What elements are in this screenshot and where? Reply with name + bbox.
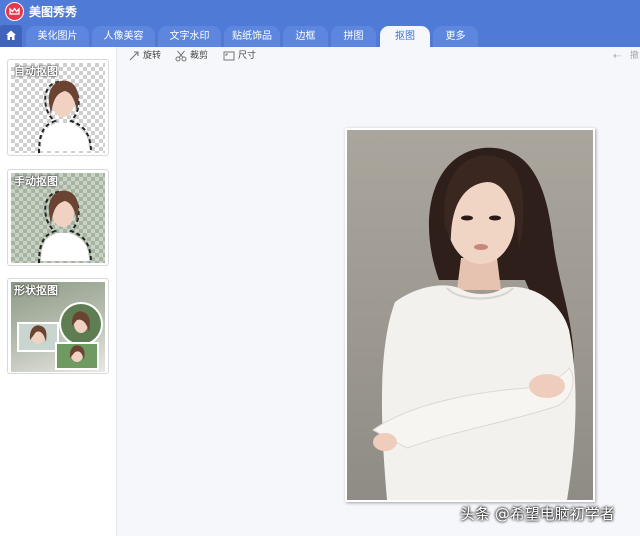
- shape-cutout-label: 形状抠图: [14, 284, 58, 297]
- crop-button[interactable]: 裁剪: [175, 50, 215, 63]
- tab-collage[interactable]: 拼图: [331, 26, 376, 47]
- auto-cutout-card[interactable]: 自动抠图: [7, 59, 109, 156]
- scissors-icon: [175, 50, 187, 62]
- tab-more[interactable]: 更多: [433, 26, 478, 47]
- app-title: 美图秀秀: [29, 5, 78, 19]
- shape-cutout-card[interactable]: 形状抠图: [7, 278, 109, 374]
- app-logo-icon: [5, 2, 24, 21]
- tab-beautify[interactable]: 美化图片: [26, 26, 89, 47]
- tab-stickers[interactable]: 贴纸饰品: [224, 26, 280, 47]
- redo-label[interactable]: 撤: [630, 51, 639, 61]
- size-label: 尺寸: [238, 51, 257, 61]
- resize-icon: [223, 51, 235, 61]
- portrait-photo-image: [372, 147, 576, 500]
- tab-borders[interactable]: 边框: [283, 26, 328, 47]
- watermark-text: 头条 @希望电脑初学者: [460, 505, 615, 523]
- tab-portrait[interactable]: 人像美容: [92, 26, 155, 47]
- undo-arrow-icon[interactable]: ⇠: [613, 52, 621, 62]
- edit-toolbar: 旋转 裁剪 尺寸 ⇠ 撤: [120, 47, 640, 65]
- tab-cutout[interactable]: 抠图: [380, 26, 430, 47]
- photo-preview[interactable]: [345, 128, 595, 502]
- home-button[interactable]: [0, 25, 22, 47]
- home-icon: [6, 30, 16, 40]
- rotate-icon: [129, 51, 139, 61]
- tab-bar: 美化图片 人像美容 文字水印 贴纸饰品 边框 拼图 抠图 更多: [0, 23, 640, 47]
- crop-label: 裁剪: [190, 51, 209, 61]
- rotate-label: 旋转: [143, 51, 162, 61]
- rotate-button[interactable]: 旋转: [128, 50, 168, 63]
- tab-text-watermark[interactable]: 文字水印: [158, 26, 221, 47]
- size-button[interactable]: 尺寸: [223, 50, 263, 63]
- manual-cutout-card[interactable]: 手动抠图: [7, 169, 109, 266]
- manual-cutout-label: 手动抠图: [14, 175, 58, 188]
- auto-cutout-label: 自动抠图: [14, 65, 58, 78]
- title-bar: 美图秀秀: [0, 0, 640, 23]
- cutout-mode-panel: 自动抠图 手动抠图 形状抠图: [0, 47, 117, 536]
- photo-content: [347, 130, 593, 500]
